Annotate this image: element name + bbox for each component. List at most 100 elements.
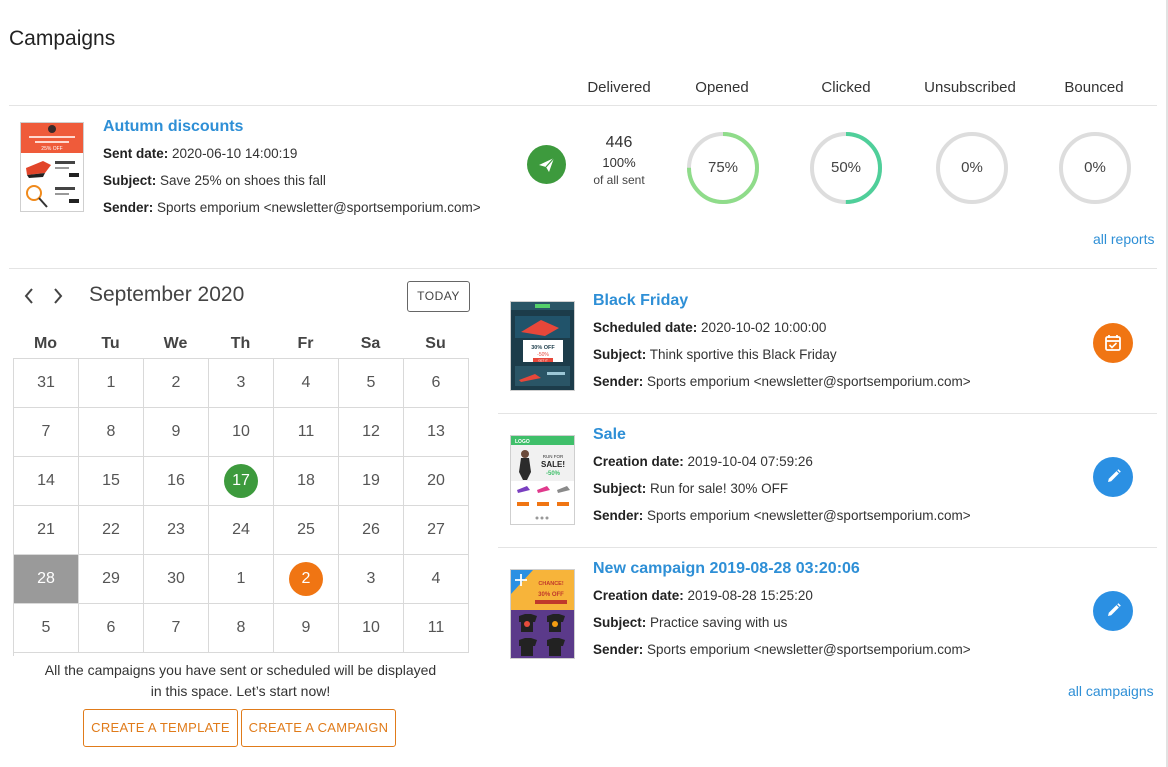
calendar-day[interactable]: 8 (209, 604, 274, 653)
schedule-button[interactable] (1093, 323, 1133, 363)
calendar-day-selected[interactable]: 28 (14, 555, 79, 604)
autumn-discounts-thumbnail[interactable]: 25% OFF (20, 122, 84, 212)
calendar-day[interactable]: 19 (339, 457, 404, 506)
weekday-th: Th (230, 335, 251, 352)
create-template-button[interactable]: CREATE A TEMPLATE (83, 709, 238, 747)
calendar-day[interactable]: 11 (274, 408, 339, 457)
calendar-day[interactable]: 8 (79, 408, 144, 457)
calendar-day[interactable]: 22 (79, 506, 144, 555)
calendar-day[interactable]: 14 (14, 457, 79, 506)
all-campaigns-link[interactable]: all campaigns (1068, 683, 1154, 699)
bounced-header: Bounced (1064, 79, 1124, 96)
today-button[interactable]: TODAY (407, 281, 470, 312)
clicked-rate: 50% (830, 159, 862, 176)
calendar-day[interactable]: 6 (79, 604, 144, 653)
calendar-day[interactable]: 30 (144, 555, 209, 604)
campaign-title[interactable]: New campaign 2019-08-28 03:20:06 (593, 560, 860, 578)
sender-value: Sports emporium <newsletter@sportsempori… (647, 642, 971, 657)
calendar-check-icon (1105, 335, 1121, 351)
chevron-right-icon (54, 288, 63, 304)
sender-value: Sports emporium <newsletter@sportsempori… (647, 508, 971, 523)
all-reports-link[interactable]: all reports (1093, 231, 1154, 247)
delivered-count: 446 (605, 134, 633, 151)
page-title: Campaigns (9, 27, 116, 50)
calendar-day[interactable]: 16 (144, 457, 209, 506)
calendar-day[interactable]: 12 (339, 408, 404, 457)
thumb-nc-off: 30% OFF (538, 592, 564, 598)
weekday-sa: Sa (360, 335, 381, 352)
calendar-day[interactable]: 1 (79, 359, 144, 408)
next-month-button[interactable] (51, 285, 65, 311)
create-campaign-button[interactable]: CREATE A CAMPAIGN (241, 709, 396, 747)
campaign-date-line: Creation date: 2019-10-04 07:59:26 (593, 454, 813, 469)
thumb-autumn-off: 25% OFF (41, 146, 62, 152)
delivered-stats: 446 100% of all sent (580, 134, 658, 187)
date-value: 2020-10-02 10:00:00 (701, 320, 827, 335)
delivered-note: of all sent (593, 173, 645, 187)
calendar-day[interactable]: 21 (14, 506, 79, 555)
calendar-day[interactable]: 25 (274, 506, 339, 555)
campaign-title[interactable]: Black Friday (593, 292, 688, 310)
date-value: 2019-10-04 07:59:26 (687, 454, 813, 469)
weekday-we: We (163, 335, 188, 352)
calendar-day[interactable]: 2 (274, 555, 339, 604)
calendar-day[interactable]: 9 (274, 604, 339, 653)
calendar-day[interactable]: 4 (404, 555, 469, 604)
thumb-sale-sale: SALE! (541, 460, 565, 469)
calendar-day[interactable]: 1 (209, 555, 274, 604)
calendar-day[interactable]: 4 (274, 359, 339, 408)
sale-thumbnail[interactable]: LOGO RUN FOR SALE! -50% (510, 435, 575, 525)
calendar-day[interactable]: 10 (209, 408, 274, 457)
subject-label: Subject: (593, 615, 647, 630)
calendar-day[interactable]: 23 (144, 506, 209, 555)
campaign-title[interactable]: Sale (593, 426, 626, 444)
thumb-nc-chance: CHANCE! (538, 581, 564, 587)
calendar-day[interactable]: 7 (144, 604, 209, 653)
calendar-day-sent-marker: 17 (224, 464, 258, 498)
calendar-day[interactable]: 9 (144, 408, 209, 457)
calendar-day[interactable]: 20 (404, 457, 469, 506)
calendar-day[interactable]: 27 (404, 506, 469, 555)
thumb-sale-run: RUN FOR (543, 454, 564, 459)
calendar-day[interactable]: 11 (404, 604, 469, 653)
calendar-day[interactable]: 7 (14, 408, 79, 457)
calendar-day[interactable]: 3 (209, 359, 274, 408)
date-value: 2019-08-28 15:25:20 (687, 588, 813, 603)
calendar-day[interactable]: 31 (14, 359, 79, 408)
unsubscribed-header: Unsubscribed (924, 79, 1016, 96)
sent-campaign-title[interactable]: Autumn discounts (103, 118, 243, 136)
calendar-day[interactable]: 10 (339, 604, 404, 653)
clicked-ring: 50% (808, 130, 884, 206)
calendar-day[interactable]: 6 (404, 359, 469, 408)
calendar-day[interactable]: 24 (209, 506, 274, 555)
weekday-fr: Fr (297, 335, 314, 352)
calendar-day[interactable]: 29 (79, 555, 144, 604)
calendar-day[interactable]: 18 (274, 457, 339, 506)
calendar-day[interactable]: 17 (209, 457, 274, 506)
calendar-day[interactable]: 13 (404, 408, 469, 457)
calendar-day-scheduled-marker: 2 (289, 562, 323, 596)
calendar-day[interactable]: 3 (339, 555, 404, 604)
bounced-rate: 0% (1084, 159, 1106, 176)
campaign-sender-line: Sender: Sports emporium <newsletter@spor… (593, 642, 971, 657)
edit-button[interactable] (1093, 457, 1133, 497)
calendar-day[interactable]: 15 (79, 457, 144, 506)
divider (9, 105, 1157, 106)
black-friday-thumbnail[interactable]: 30% OFF -50% GET IT (510, 301, 575, 391)
subject-value: Run for sale! 30% OFF (650, 481, 789, 496)
calendar-day[interactable]: 5 (14, 604, 79, 653)
weekday-tu: Tu (101, 335, 120, 352)
clicked-header: Clicked (821, 79, 871, 96)
calendar-day[interactable]: 2 (144, 359, 209, 408)
sender-label: Sender: (593, 642, 644, 657)
sent-status-button[interactable] (527, 145, 566, 184)
unsubscribed-ring: 0% (934, 130, 1010, 206)
calendar-day[interactable]: 5 (339, 359, 404, 408)
calendar-grid: 31 1 2 3 4 5 6 7 8 9 10 11 12 13 14 15 16 17 18 19 20 21 22 23 2… (13, 358, 469, 656)
calendar-day[interactable]: 26 (339, 506, 404, 555)
opened-rate: 75% (707, 159, 739, 176)
sent-date-line: Sent date: 2020-06-10 14:00:19 (103, 146, 297, 161)
prev-month-button[interactable] (22, 285, 36, 311)
new-campaign-thumbnail[interactable]: CHANCE! 30% OFF (510, 569, 575, 659)
edit-button[interactable] (1093, 591, 1133, 631)
